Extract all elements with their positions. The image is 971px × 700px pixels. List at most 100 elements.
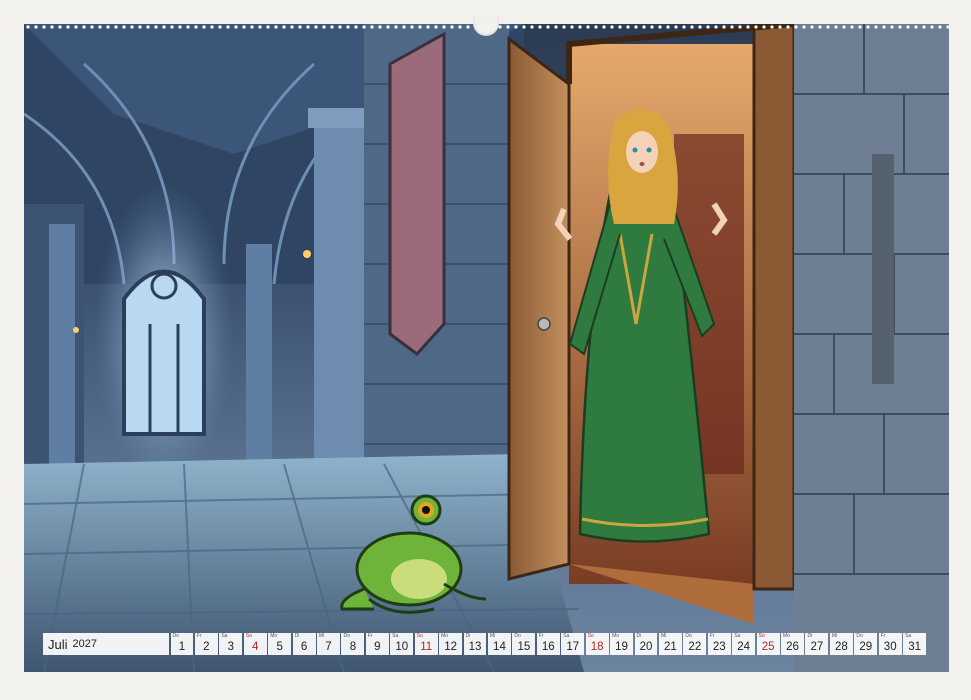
day-number: 22	[688, 641, 702, 653]
weekday-label: Sa	[221, 633, 228, 639]
day-number: 21	[664, 641, 677, 653]
year: 2027	[72, 638, 97, 650]
weekday-label: So	[416, 633, 423, 639]
day-number: 4	[252, 641, 259, 653]
weekday-label: Mo	[783, 633, 790, 639]
day-number: 8	[349, 641, 357, 653]
day-number: 1	[178, 641, 186, 653]
calendar-day: Mo 5	[268, 633, 292, 655]
weekday-label: So	[587, 633, 594, 639]
pillar	[314, 114, 364, 494]
calendar-day: Fr 30	[878, 633, 902, 655]
wall-banner	[388, 31, 446, 357]
day-number: 26	[786, 641, 799, 653]
weekday-label: Sa	[734, 633, 741, 639]
calendar-day: Mo 12	[439, 633, 463, 655]
weekday-label: Do	[343, 633, 350, 639]
calendar-day: Do 15	[512, 633, 536, 655]
day-number: 20	[639, 641, 653, 653]
calendar-day: Sa 3	[219, 633, 243, 655]
day-number: 16	[541, 641, 555, 653]
calendar-day: So 18	[585, 633, 609, 655]
day-number: 11	[420, 641, 433, 653]
weekday-label: So	[758, 633, 765, 639]
weekday-label: Mo	[612, 633, 620, 639]
day-number: 28	[834, 641, 848, 653]
calendar-day: Fr 9	[365, 633, 389, 655]
calendar-day: Mo 26	[781, 633, 804, 655]
calendar-day: Mi 7	[317, 633, 340, 655]
calendar-day: Do 1	[170, 633, 194, 655]
gothic-window	[122, 269, 206, 436]
weekday-label: Mi	[319, 633, 325, 639]
open-wooden-door	[507, 36, 571, 581]
weekday-label: Di	[636, 633, 642, 639]
day-number: 5	[276, 641, 283, 653]
weekday-label: Sa	[392, 633, 399, 639]
day-number: 9	[374, 641, 381, 653]
weekday-label: Mi	[660, 633, 667, 639]
calendar-day: Di 13	[463, 633, 487, 655]
day-number: 3	[227, 641, 234, 653]
calendar-day: Di 27	[805, 633, 829, 655]
weekday-label: Fr	[880, 633, 886, 639]
face	[626, 131, 658, 173]
weekday-label: Di	[465, 633, 471, 639]
weekday-label: Mo	[270, 633, 278, 639]
calendar-day: Mo 19	[610, 633, 634, 655]
day-number: 2	[203, 641, 210, 653]
day-number: 6	[300, 641, 308, 653]
calendar-day: Fr 23	[707, 633, 731, 655]
door-frame	[752, 24, 796, 591]
weekday-label: Do	[514, 633, 521, 639]
weekday-label: Sa	[563, 633, 570, 639]
weekday-label: So	[245, 633, 252, 639]
weekday-label: Fr	[709, 633, 715, 639]
weekday-label: Mi	[489, 633, 496, 639]
day-number: 17	[566, 641, 580, 653]
calendar-day: Mi 14	[487, 633, 511, 655]
weekday-label: Fr	[196, 633, 202, 639]
castle-hallway-scene	[24, 24, 949, 672]
day-number: 24	[737, 641, 751, 653]
weekday-label: Di	[807, 633, 813, 639]
weekday-label: Mi	[831, 633, 838, 639]
calendar-day: Fr 16	[536, 633, 560, 655]
torch-flame	[73, 327, 79, 333]
day-number: 30	[883, 641, 897, 653]
weekday-label: Fr	[367, 633, 373, 639]
weekday-label: Di	[294, 633, 300, 639]
calendar-illustration	[24, 24, 949, 672]
day-number: 13	[468, 641, 482, 653]
day-number: 25	[761, 641, 775, 653]
calendar-day: Di 20	[634, 633, 658, 655]
calendar-day: Sa 10	[390, 633, 414, 655]
weekday-label: Do	[172, 633, 179, 639]
weekday-label: Sa	[905, 633, 912, 639]
month-name: Juli	[48, 636, 68, 652]
day-number: 23	[712, 641, 726, 653]
torch-flame	[303, 250, 311, 258]
day-number: 10	[395, 641, 409, 653]
day-number: 7	[325, 641, 332, 653]
calendar-day: So 25	[756, 633, 780, 655]
pillar	[246, 244, 272, 474]
door-handle	[537, 317, 551, 331]
calendar-day: Do 22	[683, 633, 707, 655]
day-number: 29	[859, 641, 873, 653]
day-number: 15	[517, 641, 531, 653]
month-label: Juli 2027	[43, 633, 169, 655]
calendar-day: Sa 24	[732, 633, 756, 655]
day-number: 31	[908, 641, 922, 653]
calendar-day: So 11	[414, 633, 438, 655]
day-number: 19	[615, 641, 628, 653]
calendar-day: So 4	[243, 633, 267, 655]
calendar-day: Mi 21	[658, 633, 682, 655]
weekday-label: Do	[685, 633, 692, 639]
calendar-day: Sa 17	[561, 633, 585, 655]
day-number: 27	[810, 641, 824, 653]
calendar-day: Mi 28	[829, 633, 853, 655]
weekday-label: Mo	[441, 633, 449, 639]
calendar-strip: Juli 2027 Do 1 Fr 2 Sa 3 So 4 Mo 5 Di 6 Mi 7 Do 8 Fr 9 Sa 1…	[43, 633, 927, 655]
calendar-day: Sa 31	[903, 633, 927, 655]
